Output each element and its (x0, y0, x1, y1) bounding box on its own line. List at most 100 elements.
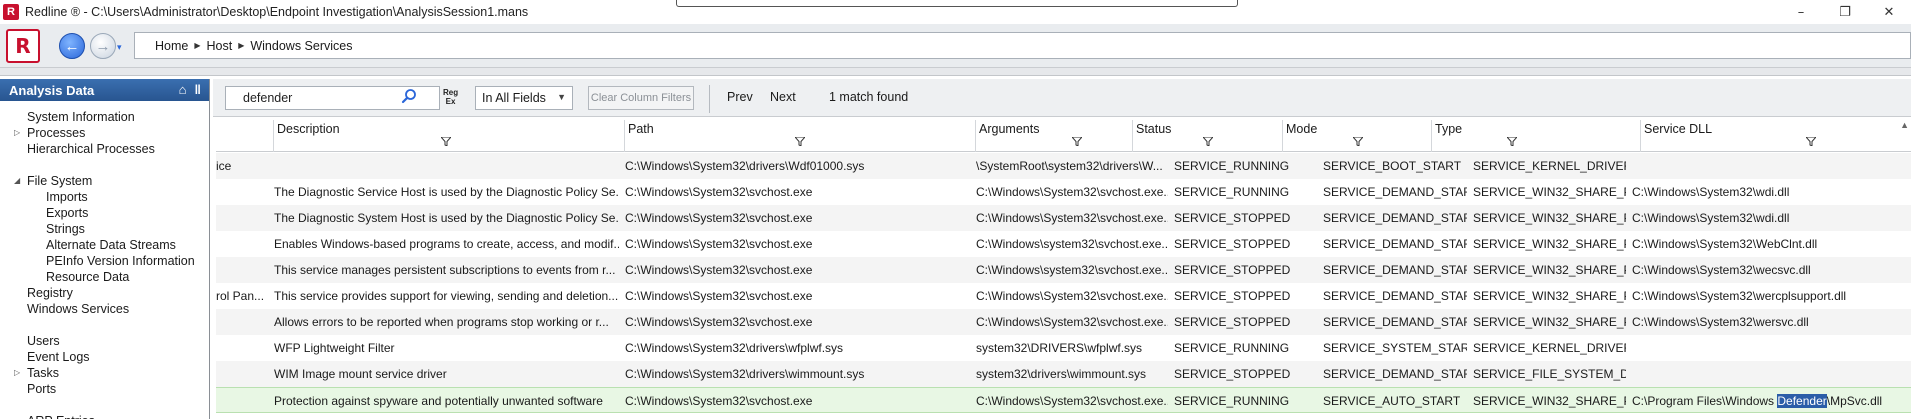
sidebar-item-arp-entries[interactable]: ARP Entries (0, 413, 209, 419)
table-row[interactable]: rol Pan... This service provides support … (216, 283, 1911, 309)
column-filter-icon[interactable] (793, 136, 807, 149)
cell-status: SERVICE_STOPPED (1174, 211, 1291, 225)
table-row[interactable]: The Diagnostic System Host is used by th… (216, 205, 1911, 231)
column-header-path[interactable]: Path (624, 120, 975, 152)
back-arrow-icon[interactable]: ← (59, 33, 85, 59)
regex-toggle-button[interactable]: Reg Ex (443, 88, 458, 106)
sidebar-item-system-information[interactable]: System Information (0, 109, 209, 125)
sidebar-item-label: System Information (27, 110, 135, 124)
table-row[interactable]: Allows errors to be reported when progra… (216, 309, 1911, 335)
cell-dll: C:\Windows\System32\wdi.dll (1632, 185, 1790, 199)
next-match-button[interactable]: Next (770, 90, 796, 104)
sidebar-item-processes[interactable]: ▷ Processes (0, 125, 209, 141)
sidebar-item-users[interactable]: Users (0, 333, 209, 349)
history-dropdown-icon[interactable]: ▾ (117, 42, 122, 53)
column-header-status[interactable]: Status (1132, 120, 1282, 152)
pin-icon[interactable]: ‖ (195, 82, 201, 97)
table-row[interactable]: WIM Image mount service driver C:\Windows… (216, 361, 1911, 387)
forward-arrow-icon[interactable]: → (90, 33, 116, 59)
sidebar-item-file-system[interactable]: ◢ File System (0, 173, 209, 189)
cell-description: WFP Lightweight Filter (274, 341, 395, 355)
column-header-label: Description (277, 122, 340, 136)
cell-path: C:\Windows\System32\svchost.exe (625, 211, 813, 225)
expand-arrow-icon[interactable]: ▷ (14, 365, 20, 381)
column-filter-icon[interactable] (1804, 136, 1818, 149)
dll-path-prefix: C:\Program Files\Windows (1632, 394, 1778, 408)
column-header-service-dll[interactable]: Service DLL (1640, 120, 1911, 152)
table-row[interactable]: ice C:\Windows\System32\drivers\Wdf01000.… (216, 153, 1911, 179)
sidebar-item-imports[interactable]: Imports (0, 189, 209, 205)
breadcrumb-host[interactable]: Host (207, 39, 233, 53)
table-row[interactable]: The Diagnostic Service Host is used by t… (216, 179, 1911, 205)
column-header-type[interactable]: Type (1431, 120, 1640, 152)
table-row[interactable]: Protection against spyware and potential… (216, 387, 1911, 413)
redline-logo[interactable]: R (6, 29, 40, 63)
cell-mode: SERVICE_DEMAND_START (1323, 237, 1467, 251)
breadcrumb-separator-icon: ▶ (238, 41, 245, 50)
breadcrumb-home[interactable]: Home (155, 39, 188, 53)
sidebar-item-alternate-data-streams[interactable]: Alternate Data Streams (0, 237, 209, 253)
home-icon[interactable]: ⌂ (179, 82, 187, 97)
sidebar-item-tasks[interactable]: ▷ Tasks (0, 365, 209, 381)
cell-path: C:\Windows\System32\svchost.exe (625, 263, 813, 277)
sidebar-item-ports[interactable]: Ports (0, 381, 209, 397)
column-header-description[interactable]: Description (273, 120, 624, 152)
clear-column-filters-button[interactable]: Clear Column Filters (588, 86, 694, 110)
column-filter-icon[interactable] (1351, 136, 1365, 149)
cell-mode: SERVICE_DEMAND_START (1323, 211, 1467, 225)
column-header-label: Service DLL (1644, 122, 1713, 136)
sidebar-item-label: Event Logs (27, 350, 90, 364)
cell-mode: SERVICE_BOOT_START (1323, 159, 1462, 173)
search-icon[interactable] (401, 88, 417, 104)
table-row[interactable]: Enables Windows-based programs to create… (216, 231, 1911, 257)
close-button[interactable]: ✕ (1867, 0, 1911, 24)
collapse-arrow-icon[interactable]: ◢ (14, 173, 20, 189)
services-grid: Description Path Arguments Status Mode Type Se… (216, 120, 1911, 419)
column-filter-icon[interactable] (439, 136, 453, 149)
column-filter-icon[interactable] (1505, 136, 1519, 149)
cell-description: WIM Image mount service driver (274, 367, 447, 381)
cell-dll: C:\Program Files\Windows Defender\MpSvc.… (1632, 388, 1902, 414)
sidebar-item-peinfo-version-information[interactable]: PEInfo Version Information (0, 253, 209, 269)
table-row[interactable]: This service manages persistent subscrip… (216, 257, 1911, 283)
sidebar-item-exports[interactable]: Exports (0, 205, 209, 221)
column-filter-icon[interactable] (1201, 136, 1215, 149)
sidebar-item-label: Registry (27, 286, 73, 300)
breadcrumb-windows-services[interactable]: Windows Services (250, 39, 352, 53)
restore-button[interactable]: ❐ (1823, 0, 1867, 24)
sidebar-item-registry[interactable]: Registry (0, 285, 209, 301)
column-filter-icon[interactable] (1070, 136, 1084, 149)
minimize-button[interactable]: – (1779, 0, 1823, 24)
cell-description: This service provides support for viewin… (274, 289, 619, 303)
sidebar-item-strings[interactable]: Strings (0, 221, 209, 237)
cell-type: SERVICE_WIN32_SHARE_P... (1473, 289, 1626, 303)
sidebar-item-hierarchical-processes[interactable]: Hierarchical Processes (0, 141, 209, 157)
prev-match-button[interactable]: Prev (727, 90, 753, 104)
analysis-data-header: Analysis Data ⌂ ‖ (0, 79, 209, 101)
column-header-label: Mode (1286, 122, 1318, 136)
column-header-arguments[interactable]: Arguments (975, 120, 1132, 152)
sidebar-item-resource-data[interactable]: Resource Data (0, 269, 209, 285)
search-field-value: In All Fields (482, 91, 546, 105)
sidebar-item-event-logs[interactable]: Event Logs (0, 349, 209, 365)
cell-arguments: C:\Windows\System32\svchost.exe... (976, 394, 1168, 408)
sidebar-item-label: Tasks (27, 366, 59, 380)
table-row[interactable]: WFP Lightweight Filter C:\Windows\System3… (216, 335, 1911, 361)
sidebar-item-windows-services[interactable]: Windows Services (0, 301, 209, 317)
search-field-select[interactable]: In All Fields ▼ (475, 86, 573, 110)
scroll-up-icon[interactable]: ▲ (1900, 120, 1909, 130)
cell-path: C:\Windows\System32\svchost.exe (625, 394, 813, 408)
cell-dll: C:\Windows\System32\WebClnt.dll (1632, 237, 1818, 251)
cell-name (216, 309, 268, 335)
column-header-mode[interactable]: Mode (1282, 120, 1431, 152)
cell-description: The Diagnostic System Host is used by th… (274, 211, 619, 225)
cell-path: C:\Windows\System32\drivers\Wdf01000.sys (625, 159, 865, 173)
analysis-tree: System Information ▷ Processes Hierarchical… (0, 101, 209, 419)
expand-arrow-icon[interactable]: ▷ (14, 125, 20, 141)
cell-path: C:\Windows\System32\svchost.exe (625, 185, 813, 199)
title-drag-region[interactable] (676, 0, 1238, 7)
filter-toolbar (213, 79, 1911, 117)
